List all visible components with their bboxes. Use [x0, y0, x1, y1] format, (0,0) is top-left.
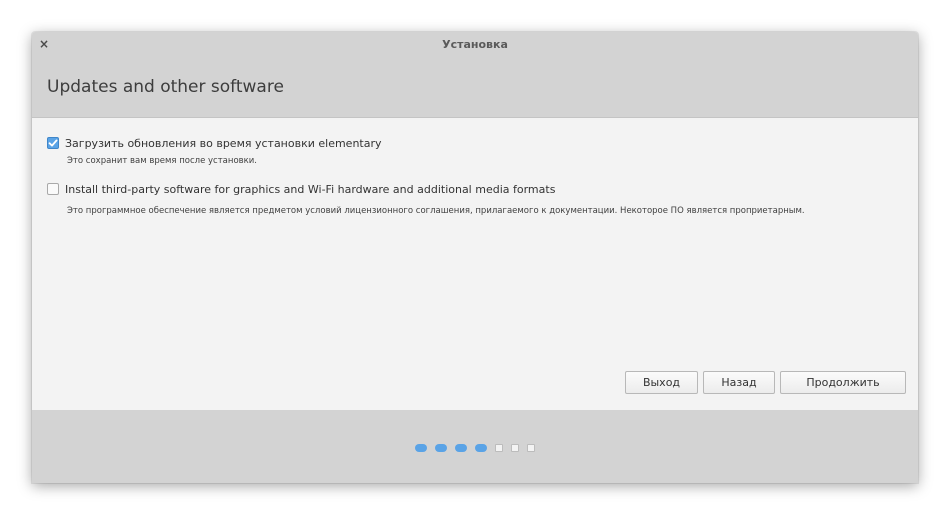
option-third-party: Install third-party software for graphic… [47, 181, 805, 216]
content-area: Загрузить обновления во время установки … [32, 118, 918, 410]
page-header: Updates and other software [32, 57, 918, 118]
back-button[interactable]: Назад [703, 371, 775, 394]
progress-step-pending [495, 444, 503, 452]
progress-step-complete [435, 444, 447, 452]
third-party-checkbox[interactable] [47, 183, 59, 195]
progress-step-complete [475, 444, 487, 452]
installer-window: Установка × Updates and other software З… [32, 32, 918, 483]
progress-step-pending [511, 444, 519, 452]
titlebar: Установка × [32, 32, 918, 57]
download-updates-description: Это сохранит вам время после установки. [67, 156, 258, 166]
close-icon[interactable]: × [36, 36, 52, 52]
option-download-updates: Загрузить обновления во время установки … [47, 135, 382, 166]
continue-button[interactable]: Продолжить [780, 371, 906, 394]
progress-step-pending [527, 444, 535, 452]
checkmark-icon [48, 139, 58, 147]
footer [32, 410, 918, 483]
page-title: Updates and other software [47, 77, 284, 97]
progress-step-complete [455, 444, 467, 452]
third-party-label[interactable]: Install third-party software for graphic… [65, 183, 555, 196]
window-title: Установка [442, 38, 508, 51]
third-party-description: Это программное обеспечение является пре… [67, 206, 805, 216]
progress-step-complete [415, 444, 427, 452]
download-updates-checkbox[interactable] [47, 137, 59, 149]
progress-indicator [32, 444, 918, 454]
download-updates-label[interactable]: Загрузить обновления во время установки … [65, 137, 382, 150]
quit-button[interactable]: Выход [625, 371, 698, 394]
